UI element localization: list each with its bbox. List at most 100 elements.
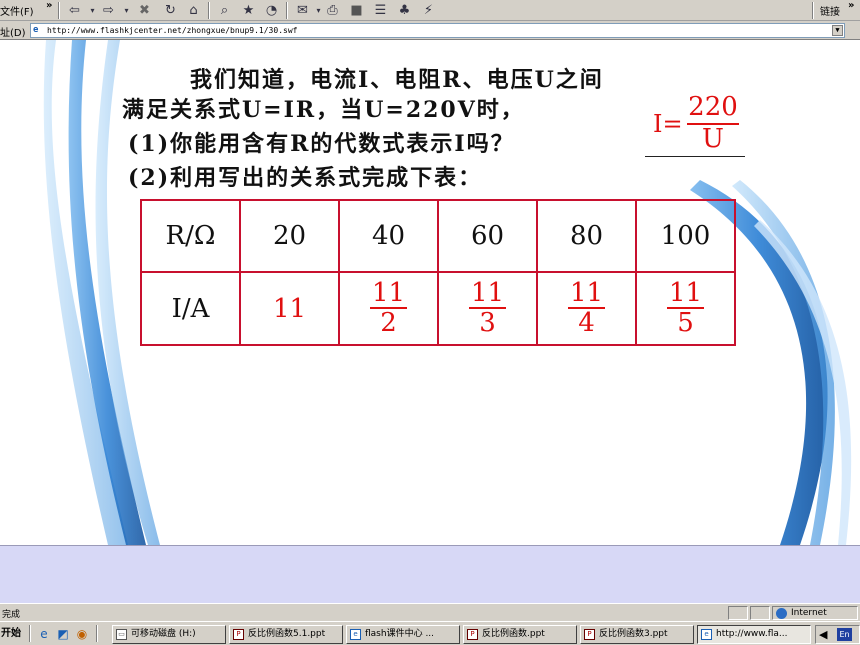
- task-label: 反比例函数5.1.ppt: [248, 629, 326, 639]
- task-button[interactable]: P 反比例函数3.ppt: [580, 625, 694, 644]
- links-chevron[interactable]: »: [848, 0, 854, 11]
- taskbar-separator: [96, 625, 98, 642]
- answer-lhs: I=: [653, 110, 683, 138]
- fraction: 11 5: [666, 278, 705, 338]
- system-tray: ◀ En: [815, 625, 860, 644]
- security-zone: Internet: [772, 606, 858, 620]
- table-cell-r: 80: [536, 199, 637, 273]
- stop-icon[interactable]: ✖: [136, 2, 153, 19]
- globe-icon: [776, 608, 787, 619]
- fraction-numerator: 11: [369, 278, 408, 309]
- r-i-table: R/Ω 20 40 60 80 100 I/A 11 11 2 11 3 11 …: [140, 199, 736, 346]
- fraction: 11 3: [468, 279, 507, 338]
- toolbar-separator: [812, 2, 814, 19]
- question-line-2: 满足关系式U=IR，当U=220V时，: [122, 97, 525, 123]
- task-button[interactable]: e flash课件中心 ...: [346, 625, 460, 644]
- flash-content: 我们知道，电流I、电阻R、电压U之间 满足关系式U=IR，当U=220V时， (…: [0, 40, 860, 545]
- task-button[interactable]: P 反比例函数5.1.ppt: [229, 625, 343, 644]
- taskbar: 开始 e ◩ ◉ ▭ 可移动磁盘 (H:) P 反比例函数5.1.ppt e f…: [0, 621, 860, 645]
- ppt-icon: P: [584, 629, 595, 640]
- mail-icon[interactable]: ✉: [294, 2, 311, 19]
- table-cell-i: 11: [239, 271, 340, 346]
- refresh-icon[interactable]: ↻: [162, 2, 179, 19]
- table-cell-r: 100: [635, 199, 736, 273]
- print-icon[interactable]: ⎙: [324, 2, 341, 19]
- fraction-denominator: 2: [380, 308, 397, 338]
- status-text: 完成: [2, 610, 21, 620]
- table-cell-r: 40: [338, 199, 439, 273]
- answer-numerator: 220: [688, 92, 738, 122]
- toolbar-separator: [286, 2, 288, 19]
- status-bar: 完成 Internet: [0, 603, 860, 621]
- address-url: http://www.flashkjcenter.net/zhongxue/bn…: [47, 26, 298, 35]
- menu-chevron[interactable]: »: [46, 0, 52, 11]
- fraction: 11 2: [369, 278, 408, 338]
- table-row-r: R/Ω 20 40 60 80 100: [140, 199, 736, 273]
- forward-dropdown-icon[interactable]: ▾: [118, 2, 135, 19]
- messenger-icon[interactable]: ♣: [396, 2, 413, 19]
- task-button-active[interactable]: e http://www.fla...: [697, 625, 811, 644]
- back-icon[interactable]: ⇦: [66, 2, 83, 19]
- discuss-icon[interactable]: ☰: [372, 2, 389, 19]
- table-row-i: I/A 11 11 2 11 3 11 4 11 5: [140, 271, 736, 346]
- fraction-numerator: 11: [567, 278, 606, 309]
- answer-denominator: U: [702, 124, 724, 154]
- start-label: 开始: [1, 628, 21, 639]
- fraction: 11 4: [567, 278, 606, 338]
- fraction-denominator: 4: [578, 308, 595, 338]
- status-cell: [728, 606, 748, 620]
- task-label: http://www.fla...: [716, 629, 788, 639]
- address-bar: 址(D) e http://www.flashkjcenter.net/zhon…: [0, 21, 860, 40]
- media-quicklaunch-icon[interactable]: ◉: [74, 626, 90, 642]
- table-cell-r: 60: [437, 199, 538, 273]
- bluetooth-icon[interactable]: ⚡: [420, 2, 437, 19]
- zone-label: Internet: [791, 608, 827, 618]
- task-label: 反比例函数.ppt: [482, 629, 545, 639]
- task-button[interactable]: P 反比例函数.ppt: [463, 625, 577, 644]
- browser-toolbar: 文件(F) » ⇦ ▾ ⇨ ▾ ✖ ↻ ⌂ ⌕ ★ ◔ ✉ ▾ ⎙ ■ ☰ ♣ …: [0, 0, 860, 21]
- table-header-i: I/A: [140, 271, 241, 346]
- table-cell-i: 11 5: [635, 271, 736, 346]
- ppt-icon: P: [233, 629, 244, 640]
- favorites-icon[interactable]: ★: [240, 2, 257, 19]
- address-label: 址(D): [0, 28, 26, 39]
- back-dropdown-icon[interactable]: ▾: [84, 2, 101, 19]
- links-label[interactable]: 链接: [820, 3, 840, 18]
- file-menu[interactable]: 文件(F): [0, 3, 34, 18]
- language-indicator[interactable]: En: [837, 628, 852, 641]
- fraction-denominator: 3: [479, 308, 496, 338]
- ie-quicklaunch-icon[interactable]: e: [36, 626, 52, 642]
- task-label: 反比例函数3.ppt: [599, 629, 668, 639]
- ppt-icon: P: [467, 629, 478, 640]
- browser-page-background: [0, 545, 860, 603]
- table-header-r: R/Ω: [140, 199, 241, 273]
- forward-icon[interactable]: ⇨: [100, 2, 117, 19]
- taskbar-separator: [29, 625, 31, 642]
- address-input[interactable]: e http://www.flashkjcenter.net/zhongxue/…: [30, 23, 845, 38]
- table-cell-i: 11 4: [536, 271, 637, 346]
- edit-icon[interactable]: ■: [348, 2, 365, 19]
- address-dropdown-icon[interactable]: ▼: [832, 25, 843, 36]
- toolbar-separator: [208, 2, 210, 19]
- start-button[interactable]: 开始: [0, 625, 26, 643]
- ie-page-icon: e: [33, 25, 39, 35]
- ie-icon: e: [350, 629, 361, 640]
- toolbar-separator: [58, 2, 60, 19]
- status-cell: [750, 606, 770, 620]
- fraction-numerator: 11: [666, 278, 705, 309]
- answer-formula: I= 220 U: [645, 92, 745, 158]
- search-icon[interactable]: ⌕: [216, 2, 233, 19]
- task-button[interactable]: ▭ 可移动磁盘 (H:): [112, 625, 226, 644]
- question-line-4: (2)利用写出的关系式完成下表：: [128, 165, 483, 191]
- home-icon[interactable]: ⌂: [185, 2, 202, 19]
- task-label: 可移动磁盘 (H:): [131, 629, 196, 639]
- desktop-quicklaunch-icon[interactable]: ◩: [55, 626, 71, 642]
- volume-icon[interactable]: ◀: [819, 628, 827, 641]
- history-icon[interactable]: ◔: [263, 2, 280, 19]
- ie-icon: e: [701, 629, 712, 640]
- drive-icon: ▭: [116, 629, 127, 640]
- table-cell-i: 11 3: [437, 271, 538, 346]
- fraction-denominator: 5: [677, 308, 694, 338]
- task-label: flash课件中心 ...: [365, 629, 435, 639]
- answer-blank-line: [645, 156, 745, 157]
